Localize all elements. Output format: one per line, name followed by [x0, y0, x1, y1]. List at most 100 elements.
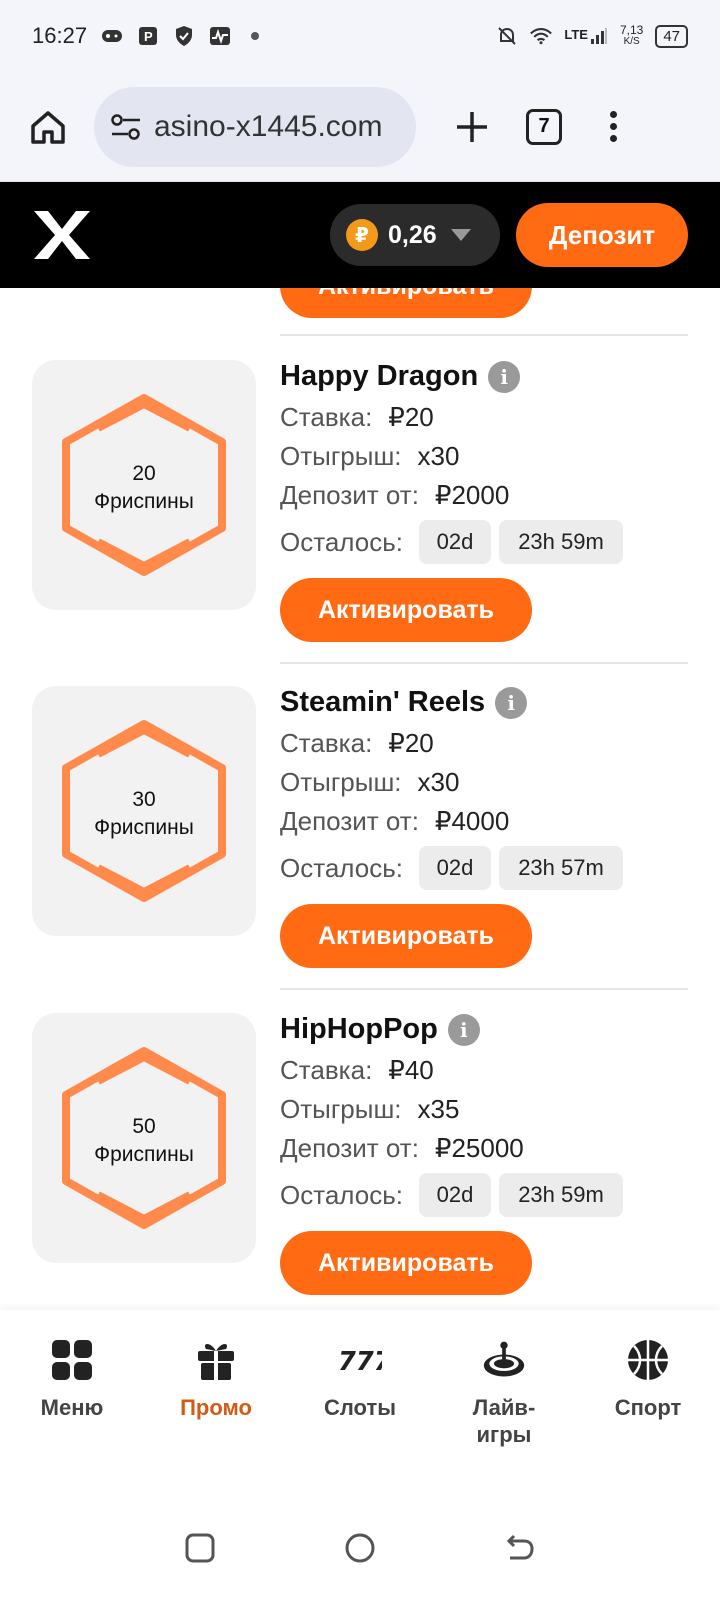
status-time: 16:27 — [32, 23, 88, 48]
promo-title: HipHopPop — [280, 1013, 438, 1045]
svg-text:P: P — [144, 29, 153, 44]
deposit-from-label: Депозит от: — [280, 480, 419, 510]
wager-value: x30 — [417, 441, 460, 471]
wager-value: x30 — [417, 767, 460, 797]
remaining-row: Осталось: 02d 23h 59m — [280, 1173, 623, 1217]
bet-value: ₽20 — [388, 402, 434, 432]
nav-slots[interactable]: 777 Слоты — [288, 1310, 432, 1488]
info-icon[interactable]: i — [447, 1013, 480, 1046]
slots-777-icon: 777 — [338, 1338, 382, 1382]
signal-icon — [590, 28, 607, 44]
back-button[interactable] — [504, 1532, 536, 1569]
deposit-button[interactable]: Депозит — [516, 203, 688, 267]
balance-value: 0,26 — [388, 220, 437, 249]
mute-bell-icon — [496, 25, 518, 47]
freespins-tile: 30 Фриспины — [32, 686, 256, 936]
deposit-from-value: ₽2000 — [434, 480, 510, 510]
nav-menu[interactable]: Меню — [0, 1310, 144, 1488]
bet-label: Ставка: — [280, 728, 373, 758]
deposit-from-value: ₽25000 — [434, 1133, 524, 1163]
timer-days: 02d — [419, 1173, 491, 1217]
deposit-from-value: ₽4000 — [434, 806, 510, 836]
timer-time: 23h 59m — [499, 1173, 623, 1217]
system-nav — [0, 1488, 720, 1612]
info-icon[interactable]: i — [488, 360, 521, 393]
ruble-coin-icon: ₽ — [346, 219, 378, 251]
status-bar: 16:27 P LTE 7,13 K/S 47 — [0, 0, 720, 72]
freespins-count: 50 — [132, 1115, 156, 1138]
nav-label: Слоты — [323, 1395, 397, 1420]
bet-value: ₽20 — [388, 728, 434, 758]
address-bar[interactable]: asino-x1445.com — [94, 86, 416, 167]
bet-row: Ставка: ₽20 — [280, 402, 434, 433]
freespins-count: 20 — [132, 462, 156, 485]
site-header: ₽ 0,26 Депозит — [0, 182, 720, 288]
signal-lte: LTE — [564, 27, 608, 45]
new-tab-button[interactable] — [448, 103, 496, 151]
logo-x-icon[interactable] — [30, 209, 94, 261]
home-icon — [31, 110, 65, 144]
remaining-row: Осталось: 02d 23h 59m — [280, 520, 623, 564]
gift-icon — [194, 1338, 238, 1382]
promo-card: 50 Фриспины HipHopPop i Ставка: ₽40 Отыгрыш: x3… — [0, 991, 720, 1295]
promo-card: 20 Фриспины Happy Dragon i Ставка: ₽20 Отыгрыш… — [0, 338, 720, 642]
tab-switcher-button[interactable]: 7 — [526, 108, 562, 145]
deposit-from-row: Депозит от: ₽25000 — [280, 1133, 524, 1164]
remaining-label: Осталось: — [280, 526, 403, 557]
activate-button-partial[interactable]: Активировать — [280, 288, 532, 318]
promo-title-row: Steamin' Reels i — [280, 686, 528, 719]
nav-live-games[interactable]: Лайв- игры — [432, 1310, 576, 1488]
shield-icon — [173, 25, 195, 47]
promo-title-row: Happy Dragon i — [280, 360, 521, 393]
freespins-count-text: 50 Фриспины — [32, 1113, 256, 1169]
wager-row: Отыгрыш: x30 — [280, 767, 459, 798]
remaining-label: Осталось: — [280, 1179, 403, 1210]
divider — [280, 988, 688, 990]
deposit-from-label: Депозит от: — [280, 806, 419, 836]
freespins-count: 30 — [132, 788, 156, 811]
nav-label: Меню — [40, 1395, 104, 1420]
balance-dropdown[interactable]: ₽ 0,26 — [330, 204, 500, 266]
bottom-nav: Меню Промо 777 Слоты Лайв- игры Спорт — [0, 1310, 720, 1488]
recents-icon — [185, 1533, 215, 1562]
bet-row: Ставка: ₽20 — [280, 728, 434, 759]
browser-toolbar: asino-x1445.com 7 — [0, 72, 720, 182]
wager-row: Отыгрыш: x35 — [280, 1094, 459, 1125]
activate-button[interactable]: Активировать — [280, 1231, 532, 1295]
url-text: asino-x1445.com — [154, 109, 383, 143]
timer-time: 23h 59m — [499, 520, 623, 564]
svg-text:777: 777 — [338, 1347, 382, 1377]
deposit-from-row: Депозит от: ₽4000 — [280, 806, 509, 837]
back-arrow-icon — [506, 1534, 534, 1559]
nav-label: Лайв- игры — [472, 1395, 536, 1447]
activate-button[interactable]: Активировать — [280, 578, 532, 642]
plus-icon — [457, 111, 487, 142]
system-home-button[interactable] — [344, 1532, 376, 1569]
freespins-count-text: 20 Фриспины — [32, 460, 256, 516]
bet-value: ₽40 — [388, 1055, 434, 1085]
more-menu-icon[interactable] — [610, 111, 617, 142]
wager-label: Отыгрыш: — [280, 441, 402, 471]
activate-button[interactable]: Активировать — [280, 904, 532, 968]
activity-icon — [209, 25, 231, 47]
gamepad-icon — [101, 25, 123, 47]
freespins-label: Фриспины — [94, 490, 194, 513]
nav-sport[interactable]: Спорт — [576, 1310, 720, 1488]
deposit-from-row: Депозит от: ₽2000 — [280, 480, 509, 511]
net-speed: 7,13 K/S — [619, 23, 644, 47]
info-icon[interactable]: i — [495, 686, 528, 719]
timer-days: 02d — [419, 520, 491, 564]
wifi-icon — [530, 25, 553, 47]
remaining-label: Осталось: — [280, 852, 403, 883]
home-button[interactable] — [24, 103, 72, 151]
notification-dot-icon — [251, 32, 260, 40]
wager-label: Отыгрыш: — [280, 1094, 402, 1124]
promo-list[interactable]: Активировать 20 Фриспины Happy Dragon i Став… — [0, 288, 720, 1310]
promo-card: 30 Фриспины Steamin' Reels i Ставка: ₽20 Отыгр… — [0, 664, 720, 968]
promo-title-row: HipHopPop i — [280, 1013, 480, 1046]
bet-label: Ставка: — [280, 1055, 373, 1085]
recents-button[interactable] — [184, 1532, 216, 1569]
nav-promo[interactable]: Промо — [144, 1310, 288, 1488]
nav-label: Спорт — [614, 1395, 682, 1420]
battery-indicator: 47 — [655, 24, 688, 48]
